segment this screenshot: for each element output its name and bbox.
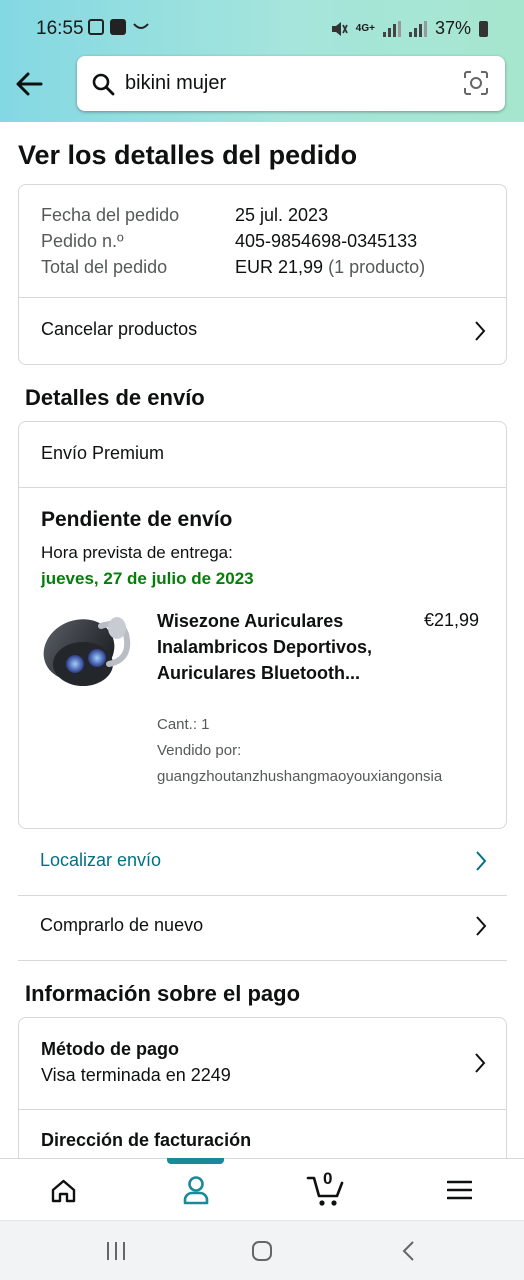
order-summary-card: Fecha del pedido 25 jul. 2023 Pedido n.º… — [18, 184, 507, 365]
page-title: Ver los detalles del pedido — [18, 140, 358, 170]
app-header: 16:55 4G+ 37% bikini mujer — [0, 0, 524, 122]
active-tab-indicator — [167, 1158, 224, 1164]
back-arrow-icon[interactable] — [14, 70, 44, 98]
buy-again-row[interactable]: Comprarlo de nuevo — [18, 895, 507, 960]
status-time: 16:55 — [36, 18, 84, 39]
billing-address-title: Dirección de facturación — [41, 1130, 252, 1150]
search-bar[interactable]: bikini mujer — [77, 56, 505, 111]
eta-date: jueves, 27 de julio de 2023 — [41, 569, 254, 588]
chevron-right-icon — [476, 916, 487, 936]
battery-percent: 37% — [434, 18, 471, 38]
payment-section-title: Información sobre el pago — [25, 981, 301, 1006]
product-quantity: Cant.: 1 — [157, 716, 210, 733]
track-shipment-label: Localizar envío — [40, 850, 162, 870]
shipping-divider — [19, 487, 506, 488]
seller-name: guangzhoutanzhushangmaoyouxiangonsia — [157, 768, 443, 785]
bottom-nav: 0 — [0, 1158, 524, 1220]
menu-icon[interactable] — [447, 1179, 472, 1201]
product-price: €21,99 — [424, 610, 480, 630]
order-total-value-group: EUR 21,99 (1 producto) — [235, 257, 425, 278]
checkbox-notification-icon — [110, 19, 126, 35]
payment-method-title: Método de pago — [41, 1039, 179, 1059]
product-image[interactable] — [39, 606, 133, 702]
seller-label: Vendido por: — [157, 742, 242, 759]
order-date-value: 25 jul. 2023 — [235, 205, 329, 225]
notification-icon — [88, 19, 104, 35]
product-title[interactable]: Wisezone Auriculares Inalambricos Deport… — [157, 608, 395, 686]
chevron-right-icon — [475, 1053, 486, 1073]
order-total-value: EUR 21,99 — [235, 257, 324, 277]
order-number-label: Pedido n.º — [41, 231, 124, 251]
track-shipment-row[interactable]: Localizar envío — [18, 830, 507, 895]
shipment-status: Pendiente de envío — [41, 508, 233, 531]
camera-lens-icon[interactable] — [463, 70, 489, 96]
notification-icons — [88, 19, 150, 35]
chevron-right-icon — [476, 851, 487, 871]
back-button-icon[interactable] — [401, 1240, 415, 1262]
shipping-section-title: Detalles de envío — [25, 385, 205, 410]
home-button-icon[interactable] — [251, 1240, 273, 1262]
status-bar: 16:55 4G+ 37% — [0, 12, 524, 46]
signal-icon — [382, 20, 401, 37]
order-total-label: Total del pedido — [41, 257, 168, 277]
shipping-card: Envío Premium Pendiente de envío Hora pr… — [18, 421, 507, 829]
cancel-products-row[interactable]: Cancelar productos — [19, 297, 506, 365]
smile-notification-icon — [133, 23, 149, 29]
buy-again-label: Comprarlo de nuevo — [40, 915, 204, 935]
search-input[interactable]: bikini mujer — [125, 72, 226, 95]
order-number-value: 405-9854698-0345133 — [235, 231, 418, 251]
signal-icon-2 — [408, 20, 427, 37]
payment-method-row[interactable]: Método de pago Visa terminada en 2249 — [19, 1018, 506, 1109]
cancel-products-label: Cancelar productos — [41, 319, 198, 339]
home-icon[interactable] — [50, 1178, 77, 1204]
eta-label: Hora prevista de entrega: — [41, 543, 233, 562]
search-icon — [92, 73, 115, 96]
mute-icon — [331, 21, 348, 36]
account-icon[interactable] — [182, 1175, 210, 1205]
shipping-method: Envío Premium — [41, 443, 165, 463]
system-navigation-bar — [0, 1220, 524, 1280]
network-type: 4G+ — [355, 23, 375, 34]
cart-count: 0 — [323, 1169, 333, 1188]
order-total-count: (1 producto) — [328, 257, 426, 277]
battery-icon — [479, 20, 488, 37]
payment-divider — [19, 1109, 506, 1110]
payment-card: Método de pago Visa terminada en 2249 Di… — [18, 1017, 507, 1177]
cart-button[interactable]: 0 — [306, 1169, 346, 1209]
payment-method-value: Visa terminada en 2249 — [41, 1065, 231, 1085]
recent-apps-icon[interactable] — [105, 1241, 127, 1261]
system-icons: 4G+ 37% — [330, 18, 488, 39]
order-date-label: Fecha del pedido — [41, 205, 180, 225]
divider — [18, 960, 507, 961]
chevron-right-icon — [475, 321, 486, 341]
order-date-row: Fecha del pedido — [41, 205, 179, 226]
